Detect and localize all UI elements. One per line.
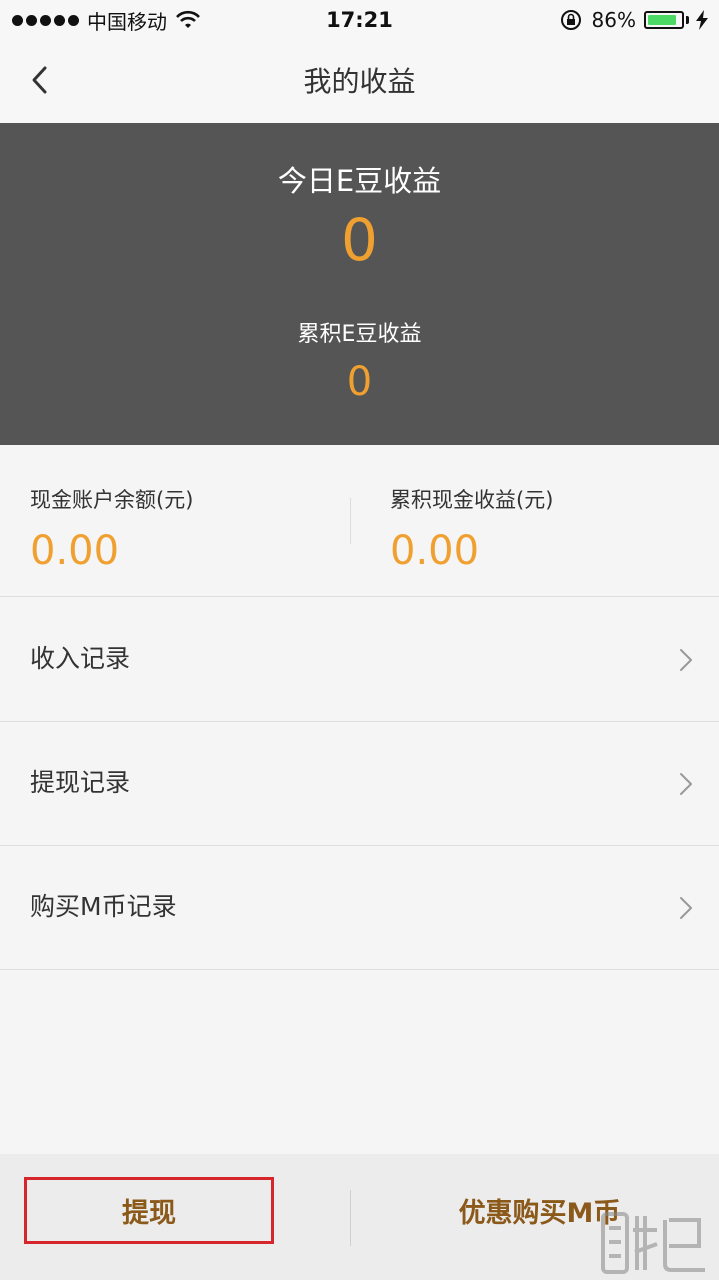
battery-percent: 86% — [591, 8, 636, 32]
cash-total-value: 0.00 — [390, 528, 480, 574]
income-record-item[interactable]: 收入记录 — [0, 598, 719, 722]
chevron-left-icon — [32, 66, 47, 94]
cash-balance: 现金账户余额(元) 0.00 — [30, 445, 330, 597]
wifi-icon — [176, 10, 200, 28]
record-label: 提现记录 — [30, 768, 131, 797]
bottom-divider — [350, 1190, 351, 1246]
signal-icon — [12, 14, 79, 26]
carrier-name: 中国移动 — [87, 9, 167, 34]
charging-bolt-icon — [696, 10, 708, 30]
status-right: 86% — [560, 6, 709, 34]
cash-balance-label: 现金账户余额(元) — [30, 488, 194, 512]
cash-balance-value: 0.00 — [30, 528, 120, 574]
record-list: 收入记录 提现记录 购买M币记录 — [0, 598, 719, 970]
cash-section: 现金账户余额(元) 0.00 累积现金收益(元) 0.00 — [0, 445, 719, 597]
withdraw-button[interactable]: 提现 — [24, 1177, 274, 1244]
total-bean-value: 0 — [346, 359, 373, 405]
nav-bar: 我的收益 — [0, 40, 719, 123]
chevron-right-icon — [680, 897, 692, 919]
chevron-right-icon — [680, 773, 692, 795]
withdraw-label: 提现 — [122, 1198, 176, 1229]
battery-tip — [686, 16, 689, 24]
mcoin-purchase-record-item[interactable]: 购买M币记录 — [0, 846, 719, 970]
record-label: 收入记录 — [30, 644, 131, 673]
battery-icon — [644, 11, 684, 29]
today-bean-value: 0 — [341, 206, 378, 274]
withdraw-record-item[interactable]: 提现记录 — [0, 722, 719, 846]
cash-divider — [350, 498, 351, 544]
buy-mcoin-label: 优惠购买M币 — [458, 1198, 621, 1229]
today-bean-label: 今日E豆收益 — [277, 164, 442, 198]
bean-summary-panel: 今日E豆收益 0 累积E豆收益 0 — [0, 123, 719, 445]
chevron-right-icon — [680, 649, 692, 671]
total-bean-label: 累积E豆收益 — [297, 322, 422, 347]
record-label: 购买M币记录 — [30, 892, 177, 921]
buy-mcoin-button[interactable]: 优惠购买M币 — [360, 1177, 719, 1244]
status-left: 中国移动 — [12, 6, 201, 34]
status-bar: 中国移动 17:21 86% — [0, 0, 719, 40]
cash-total-label: 累积现金收益(元) — [390, 488, 554, 512]
rotation-lock-icon — [560, 10, 581, 30]
cash-total: 累积现金收益(元) 0.00 — [390, 445, 690, 597]
back-button[interactable] — [20, 60, 60, 100]
bottom-action-bar: 提现 优惠购买M币 — [0, 1154, 719, 1280]
page-title: 我的收益 — [303, 65, 416, 98]
